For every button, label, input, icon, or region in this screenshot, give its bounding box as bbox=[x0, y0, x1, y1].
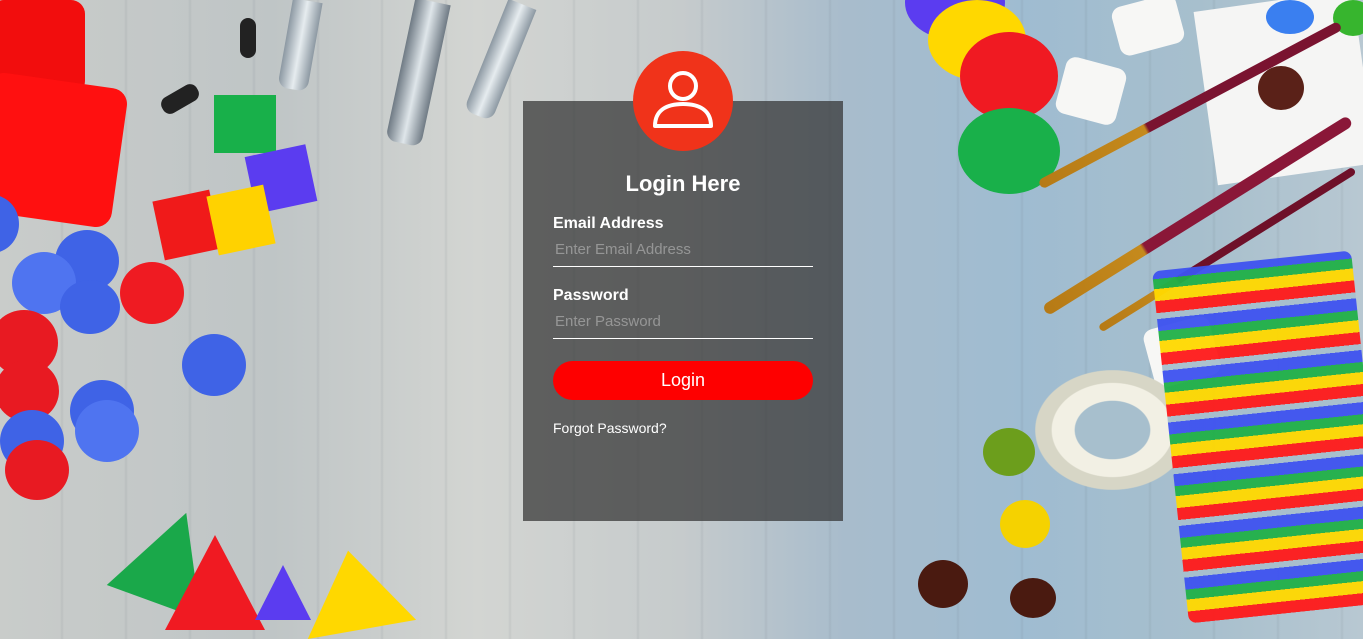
email-label: Email Address bbox=[553, 215, 664, 232]
blue-disc-decoration bbox=[60, 280, 120, 334]
blue-ball-decoration bbox=[1266, 0, 1314, 34]
green-ball-decoration bbox=[983, 428, 1035, 476]
red-disc-decoration bbox=[120, 262, 184, 324]
brown-ball-decoration bbox=[1010, 578, 1056, 618]
brown-ball-decoration bbox=[1258, 66, 1304, 110]
red-triangle-decoration bbox=[165, 535, 265, 630]
email-field[interactable] bbox=[553, 233, 813, 267]
blue-disc-decoration bbox=[182, 334, 246, 396]
yellow-square-decoration bbox=[206, 184, 276, 256]
red-block-decoration bbox=[0, 70, 130, 230]
login-title: Login Here bbox=[625, 171, 741, 196]
blue-disc-decoration bbox=[75, 400, 139, 462]
avatar bbox=[633, 51, 733, 151]
red-disc-decoration bbox=[960, 32, 1058, 120]
yellow-triangle-decoration bbox=[293, 541, 417, 639]
password-label: Password bbox=[553, 287, 629, 304]
user-icon bbox=[650, 66, 716, 137]
forgot-password-link[interactable]: Forgot Password? bbox=[553, 420, 667, 436]
pin-decoration bbox=[240, 18, 256, 58]
password-field[interactable] bbox=[553, 305, 813, 339]
pen-decoration bbox=[385, 0, 451, 148]
pen-decoration bbox=[277, 0, 323, 92]
brown-ball-decoration bbox=[918, 560, 968, 608]
dice-decoration bbox=[1053, 54, 1129, 128]
sticks-decoration bbox=[1152, 250, 1363, 624]
yellow-ball-decoration bbox=[1000, 500, 1050, 548]
red-disc-decoration bbox=[5, 440, 69, 500]
pin-decoration bbox=[158, 81, 202, 117]
green-square-decoration bbox=[214, 95, 276, 153]
login-button[interactable]: Login bbox=[553, 361, 813, 400]
login-card: Login Here Email Address Password Login … bbox=[523, 101, 843, 521]
dice-decoration bbox=[1109, 0, 1187, 58]
